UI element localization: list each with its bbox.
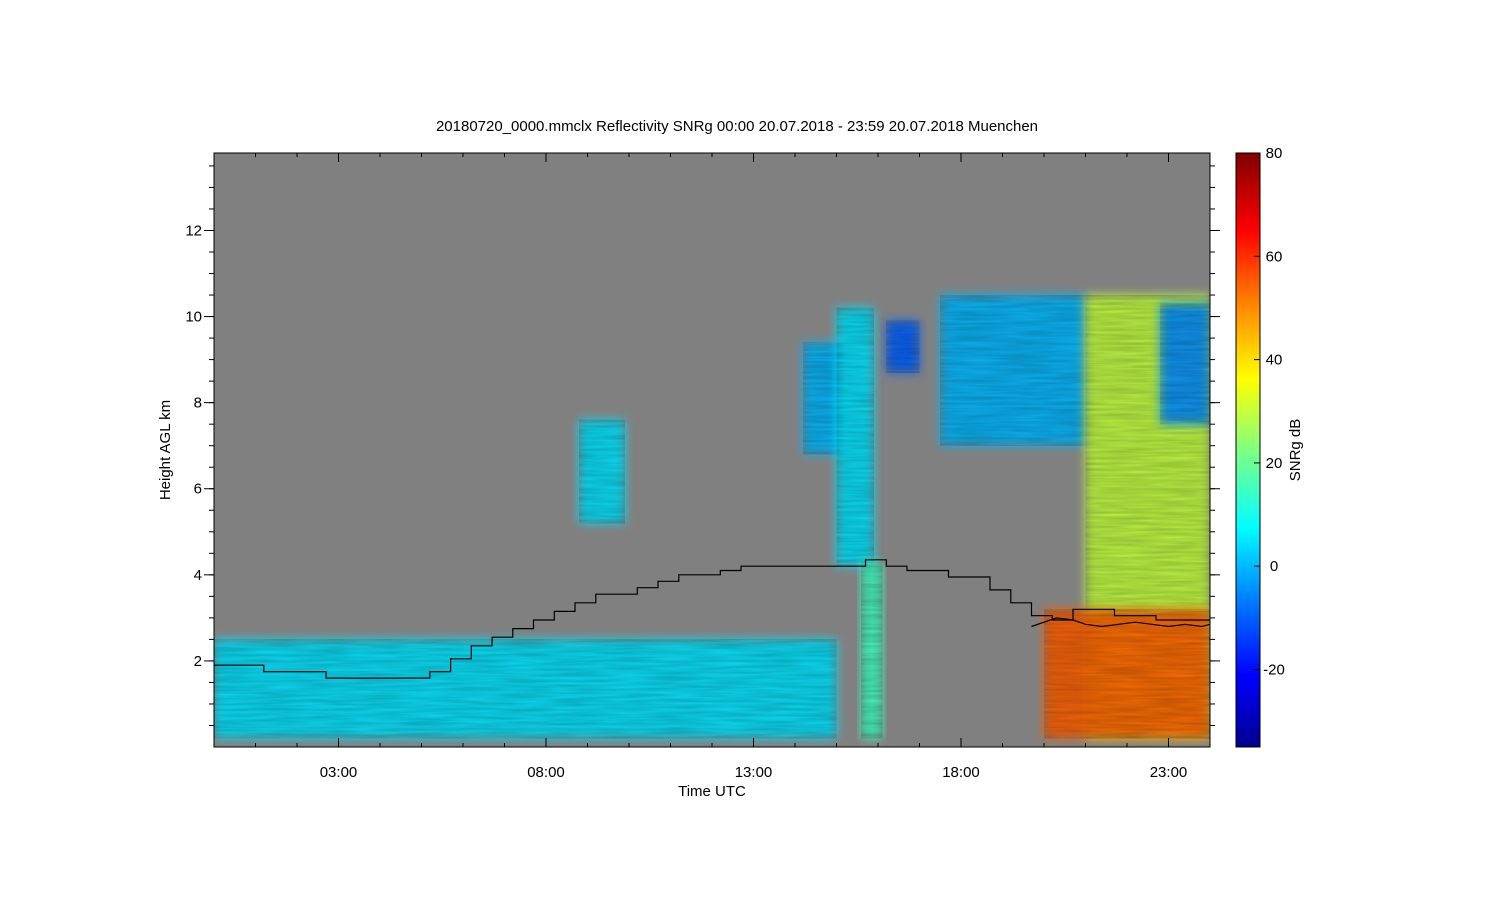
x-tick-label: 18:00 xyxy=(942,764,980,781)
colorbar-tick-label: 80 xyxy=(1266,145,1283,162)
colorbar-tick-label: 60 xyxy=(1266,248,1283,265)
snr-region-texture xyxy=(861,561,883,739)
snr-region-texture xyxy=(836,307,874,567)
snr-region-texture xyxy=(214,639,837,739)
colorbar-label: SNRg dB xyxy=(1287,419,1304,482)
snr-region-texture xyxy=(886,320,920,373)
chart-title: 20180720_0000.mmclx Reflectivity SNRg 00… xyxy=(436,118,1038,135)
colorbar-tick-label: 20 xyxy=(1266,455,1283,472)
x-tick-label: 13:00 xyxy=(735,764,773,781)
colorbar-tick-label: 40 xyxy=(1266,352,1283,369)
colorbar xyxy=(1235,152,1261,748)
snr-region-texture xyxy=(1160,303,1210,425)
snr-region-texture xyxy=(940,295,1086,446)
x-tick-label: 08:00 xyxy=(527,764,565,781)
y-tick-label: 2 xyxy=(194,653,202,670)
y-tick-label: 12 xyxy=(185,222,202,239)
colorbar-tick-label: 0 xyxy=(1270,558,1278,575)
y-tick-label: 4 xyxy=(194,567,202,584)
y-tick-label: 8 xyxy=(194,395,202,412)
x-axis-label: Time UTC xyxy=(678,783,746,800)
y-tick-label: 6 xyxy=(194,481,202,498)
figure: 20180720_0000.mmclx Reflectivity SNRg 00… xyxy=(157,118,1304,800)
y-tick-label: 10 xyxy=(185,309,202,326)
x-tick-label: 23:00 xyxy=(1150,764,1188,781)
x-tick-label: 03:00 xyxy=(320,764,358,781)
snr-region-texture xyxy=(579,419,625,524)
y-axis-label: Height AGL km xyxy=(157,400,174,500)
snr-region-texture xyxy=(1044,609,1210,739)
colorbar-tick-label: -20 xyxy=(1263,662,1285,679)
